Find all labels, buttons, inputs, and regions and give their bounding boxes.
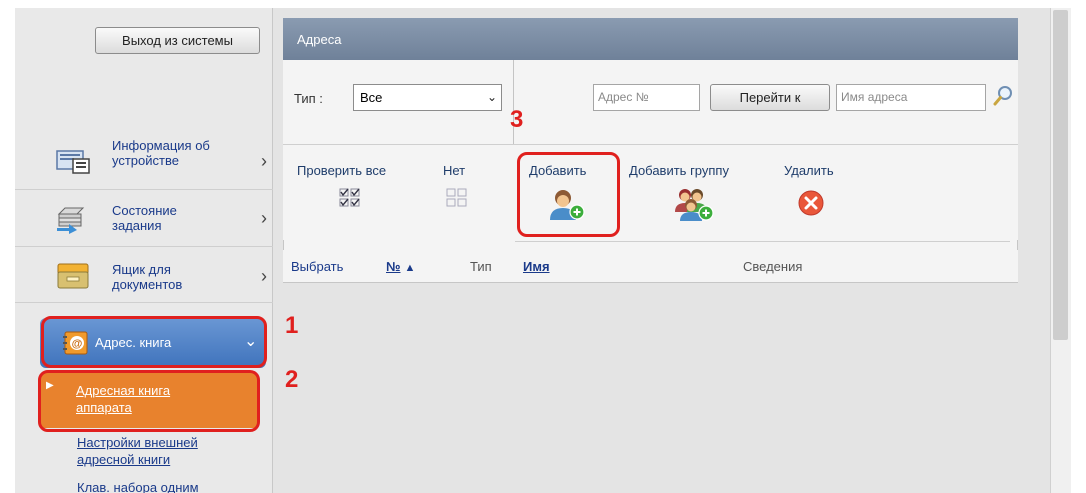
- search-icon[interactable]: [992, 84, 1014, 108]
- sidebar-subitem-one-touch[interactable]: Клав. набора одним: [77, 479, 199, 493]
- scrollbar-thumb[interactable]: [1053, 10, 1068, 340]
- uncheck-all-icon[interactable]: [446, 188, 468, 208]
- chevron-right-icon: ›: [261, 208, 267, 228]
- type-label: Тип :: [294, 91, 323, 106]
- add-group-button[interactable]: Добавить группу: [629, 163, 729, 178]
- step-number: 2: [285, 366, 299, 393]
- column-select: Выбрать: [291, 259, 344, 274]
- highlight-address-book: [41, 316, 267, 368]
- divider: [515, 241, 1010, 242]
- column-type: Тип: [470, 259, 492, 274]
- sidebar-item-label: Ящик для документов: [112, 262, 183, 292]
- highlight-add-button: [517, 152, 620, 237]
- column-name[interactable]: Имя: [523, 259, 550, 274]
- type-select-value: Все: [360, 90, 383, 105]
- chevron-right-icon: ›: [261, 266, 267, 286]
- chevron-right-icon: ›: [261, 151, 267, 171]
- goto-button[interactable]: Перейти к: [710, 84, 830, 111]
- logout-button[interactable]: Выход из системы: [95, 27, 260, 54]
- add-group-icon[interactable]: [672, 186, 716, 222]
- sidebar-subitem-external-address-book[interactable]: Настройки внешней адресной книги: [77, 434, 198, 468]
- type-select[interactable]: Все ⌄: [353, 84, 502, 111]
- check-all-icon[interactable]: [339, 188, 361, 208]
- sort-asc-icon: ▲: [404, 262, 416, 274]
- job-status-icon: [57, 207, 85, 234]
- delete-button[interactable]: Удалить: [784, 163, 834, 178]
- sidebar-item-label: Состояние задания: [112, 203, 177, 233]
- delete-icon[interactable]: [798, 190, 824, 216]
- sidebar-item-document-box[interactable]: Ящик для документов ›: [15, 248, 273, 303]
- highlight-machine-address-book: [38, 370, 260, 432]
- actions-row: [283, 145, 1018, 240]
- step-number: 1: [285, 312, 299, 339]
- sidebar-item-device-info[interactable]: Информация об устройстве ›: [15, 135, 273, 190]
- content-area: [273, 283, 1050, 493]
- step-number: 3: [510, 106, 524, 133]
- check-all-button[interactable]: Проверить все: [297, 163, 386, 178]
- panel-header: Адреса: [283, 18, 1018, 60]
- column-details: Сведения: [743, 259, 803, 274]
- sidebar-item-job-status[interactable]: Состояние задания ›: [15, 192, 273, 247]
- none-button[interactable]: Нет: [443, 163, 465, 178]
- chevron-down-icon: ⌄: [486, 90, 497, 104]
- column-number[interactable]: № ▲: [386, 259, 415, 274]
- document-box-icon: [57, 263, 89, 289]
- panel-title: Адреса: [297, 32, 342, 47]
- address-name-input[interactable]: Имя адреса: [836, 84, 986, 111]
- sidebar-item-label: Информация об устройстве: [112, 138, 210, 168]
- device-info-icon: [56, 150, 90, 174]
- address-number-input[interactable]: Адрес №: [593, 84, 700, 111]
